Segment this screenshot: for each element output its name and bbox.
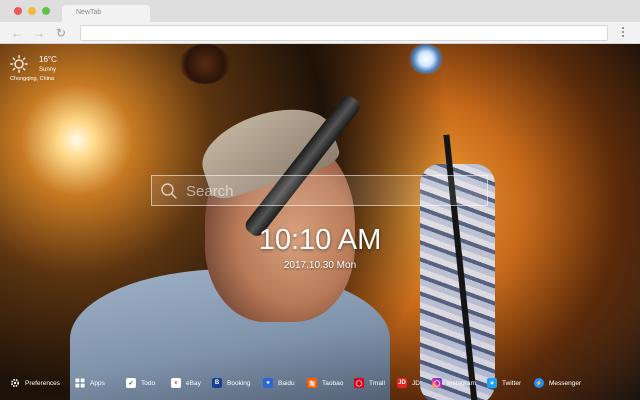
- todo-label: Todo: [141, 379, 156, 387]
- baidu-icon: ●: [263, 378, 273, 388]
- todo-button[interactable]: ✓ Todo: [126, 377, 155, 389]
- preferences-button[interactable]: Preferences: [10, 377, 60, 389]
- bottom-bar: Preferences Apps ✓ Todo e eBay B Booking…: [0, 372, 640, 396]
- tmall-icon: ◯: [354, 378, 364, 388]
- twitter-label: Twitter: [502, 379, 522, 387]
- baidu-label: Baidu: [278, 379, 295, 387]
- instagram-link[interactable]: ◯ Instagram: [432, 377, 476, 389]
- taobao-icon: 淘: [307, 378, 317, 388]
- stage-light-graphic: [180, 44, 230, 84]
- taobao-label: Taobao: [322, 379, 344, 387]
- tab-title: NewTab: [76, 9, 102, 16]
- tmall-link[interactable]: ◯ Tmall: [354, 377, 385, 389]
- search-input[interactable]: [186, 180, 476, 202]
- address-bar[interactable]: [80, 25, 608, 41]
- taobao-link[interactable]: 淘 Taobao: [307, 377, 343, 389]
- kebab-menu-icon[interactable]: [620, 26, 626, 40]
- messenger-label: Messenger: [549, 379, 582, 387]
- window-minimize-button[interactable]: [28, 7, 36, 15]
- apps-grid-icon: [75, 378, 85, 388]
- booking-label: Booking: [227, 379, 251, 387]
- weather-location: Chongqing, China: [10, 76, 55, 82]
- sun-icon: [10, 55, 28, 73]
- checkbox-icon: ✓: [126, 378, 136, 388]
- browser-tab[interactable]: NewTab: [62, 5, 150, 22]
- clock-time: 10:10 AM: [258, 224, 382, 256]
- back-arrow-icon[interactable]: ←: [11, 25, 23, 41]
- reload-icon[interactable]: ↻: [56, 25, 66, 41]
- messenger-link[interactable]: ⚡ Messenger: [534, 377, 581, 389]
- weather-temperature: 16°C: [39, 55, 57, 64]
- twitter-icon: ✦: [487, 378, 497, 388]
- baidu-link[interactable]: ● Baidu: [263, 377, 295, 389]
- ebay-label: eBay: [186, 379, 201, 387]
- apps-button[interactable]: Apps: [75, 377, 105, 389]
- stage-light-graphic: [408, 44, 444, 74]
- window-maximize-button[interactable]: [42, 7, 50, 15]
- messenger-icon: ⚡: [534, 378, 544, 388]
- jd-label: JD: [412, 379, 420, 387]
- booking-icon: B: [212, 378, 222, 388]
- preferences-label: Preferences: [25, 379, 61, 387]
- instagram-icon: ◯: [432, 378, 442, 388]
- weather-widget[interactable]: 16°C Sunny Chongqing, China: [8, 53, 78, 85]
- new-tab-page: [0, 44, 640, 400]
- forward-arrow-icon[interactable]: →: [33, 25, 45, 41]
- weather-condition: Sunny: [39, 67, 57, 73]
- window-close-button[interactable]: [14, 7, 22, 15]
- jd-icon: JD: [397, 378, 407, 388]
- tmall-label: Tmall: [369, 379, 385, 387]
- browser-titlebar: NewTab: [0, 0, 640, 22]
- twitter-link[interactable]: ✦ Twitter: [487, 377, 521, 389]
- browser-toolbar: ← → ↻: [0, 22, 640, 44]
- clock-date: 2017.10.30 Mon: [283, 260, 357, 271]
- ebay-icon: e: [171, 378, 181, 388]
- search-box[interactable]: [151, 175, 488, 206]
- jd-link[interactable]: JD JD: [397, 377, 420, 389]
- apps-label: Apps: [90, 379, 105, 387]
- instagram-label: Instagram: [447, 379, 476, 387]
- ebay-link[interactable]: e eBay: [171, 377, 201, 389]
- gear-icon: [10, 378, 20, 388]
- search-icon: [161, 183, 177, 199]
- booking-link[interactable]: B Booking: [212, 377, 251, 389]
